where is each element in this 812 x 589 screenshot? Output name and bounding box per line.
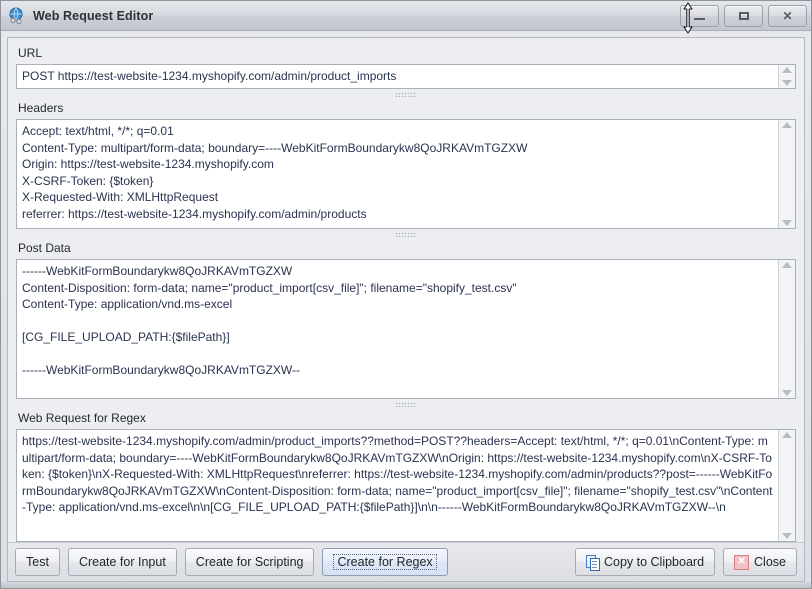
post-data-label: Post Data bbox=[16, 239, 796, 259]
globe-icon bbox=[8, 7, 26, 25]
splitter-grip bbox=[395, 92, 417, 97]
url-section: URL POST https://test-website-1234.mysho… bbox=[16, 44, 796, 89]
post-data-value[interactable]: ------WebKitFormBoundarykw8QoJRKAVmTGZXW… bbox=[17, 260, 778, 398]
create-for-input-label: Create for Input bbox=[79, 555, 166, 569]
headers-label: Headers bbox=[16, 99, 796, 119]
test-button[interactable]: Test bbox=[15, 548, 60, 576]
scroll-down-icon[interactable] bbox=[782, 80, 792, 86]
create-for-regex-label: Create for Regex bbox=[333, 554, 436, 570]
scroll-down-icon[interactable] bbox=[782, 390, 792, 396]
headers-value[interactable]: Accept: text/html, */*; q=0.01 Content-T… bbox=[17, 120, 778, 228]
close-window-button[interactable]: ✕ bbox=[768, 5, 807, 27]
regex-value[interactable]: https://test-website-1234.myshopify.com/… bbox=[17, 430, 778, 541]
action-button-bar: Test Create for Input Create for Scripti… bbox=[7, 542, 805, 582]
minimize-icon bbox=[694, 18, 705, 20]
create-for-input-button[interactable]: Create for Input bbox=[68, 548, 177, 576]
minimize-button[interactable] bbox=[680, 5, 719, 27]
window-title: Web Request Editor bbox=[33, 9, 680, 23]
scroll-up-icon[interactable] bbox=[782, 432, 792, 438]
window-titlebar[interactable]: Web Request Editor ✕ bbox=[1, 1, 811, 31]
headers-textbox[interactable]: Accept: text/html, */*; q=0.01 Content-T… bbox=[16, 119, 796, 229]
scroll-up-icon[interactable] bbox=[782, 262, 792, 268]
regex-scrollbar[interactable] bbox=[778, 430, 795, 541]
scroll-down-icon[interactable] bbox=[782, 533, 792, 539]
close-icon: ✕ bbox=[782, 10, 792, 22]
url-value[interactable]: POST https://test-website-1234.myshopify… bbox=[17, 65, 778, 88]
post-regex-splitter[interactable] bbox=[16, 399, 796, 409]
url-label: URL bbox=[16, 44, 796, 64]
splitter-grip bbox=[395, 232, 417, 237]
headers-scrollbar[interactable] bbox=[778, 120, 795, 228]
post-data-scrollbar[interactable] bbox=[778, 260, 795, 398]
close-dialog-button[interactable]: ✕ Close bbox=[723, 548, 797, 576]
editor-client-area: URL POST https://test-website-1234.mysho… bbox=[7, 37, 805, 542]
scroll-up-icon[interactable] bbox=[782, 122, 792, 128]
post-data-textbox[interactable]: ------WebKitFormBoundarykw8QoJRKAVmTGZXW… bbox=[16, 259, 796, 399]
window-bottom-edge bbox=[1, 582, 811, 588]
regex-label: Web Request for Regex bbox=[16, 409, 796, 429]
window-controls: ✕ bbox=[680, 5, 807, 27]
create-for-scripting-button[interactable]: Create for Scripting bbox=[185, 548, 315, 576]
scroll-up-icon[interactable] bbox=[782, 67, 792, 73]
headers-post-splitter[interactable] bbox=[16, 229, 796, 239]
splitter-grip bbox=[395, 402, 417, 407]
close-dialog-label: Close bbox=[754, 555, 786, 569]
url-headers-splitter[interactable] bbox=[16, 89, 796, 99]
scroll-down-icon[interactable] bbox=[782, 220, 792, 226]
headers-section: Headers Accept: text/html, */*; q=0.01 C… bbox=[16, 99, 796, 229]
create-for-scripting-label: Create for Scripting bbox=[196, 555, 304, 569]
url-scrollbar[interactable] bbox=[778, 65, 795, 88]
url-textbox[interactable]: POST https://test-website-1234.myshopify… bbox=[16, 64, 796, 89]
copy-icon bbox=[586, 555, 599, 569]
maximize-button[interactable] bbox=[724, 5, 763, 27]
regex-section: Web Request for Regex https://test-websi… bbox=[16, 409, 796, 542]
copy-to-clipboard-label: Copy to Clipboard bbox=[604, 555, 704, 569]
web-request-editor-window: Web Request Editor ✕ URL POST https://te… bbox=[0, 0, 812, 589]
maximize-icon bbox=[739, 12, 749, 20]
copy-to-clipboard-button[interactable]: Copy to Clipboard bbox=[575, 548, 715, 576]
create-for-regex-button[interactable]: Create for Regex bbox=[322, 548, 447, 576]
close-x-icon: ✕ bbox=[734, 555, 749, 570]
regex-textbox[interactable]: https://test-website-1234.myshopify.com/… bbox=[16, 429, 796, 542]
test-button-label: Test bbox=[26, 555, 49, 569]
post-data-section: Post Data ------WebKitFormBoundarykw8QoJ… bbox=[16, 239, 796, 399]
